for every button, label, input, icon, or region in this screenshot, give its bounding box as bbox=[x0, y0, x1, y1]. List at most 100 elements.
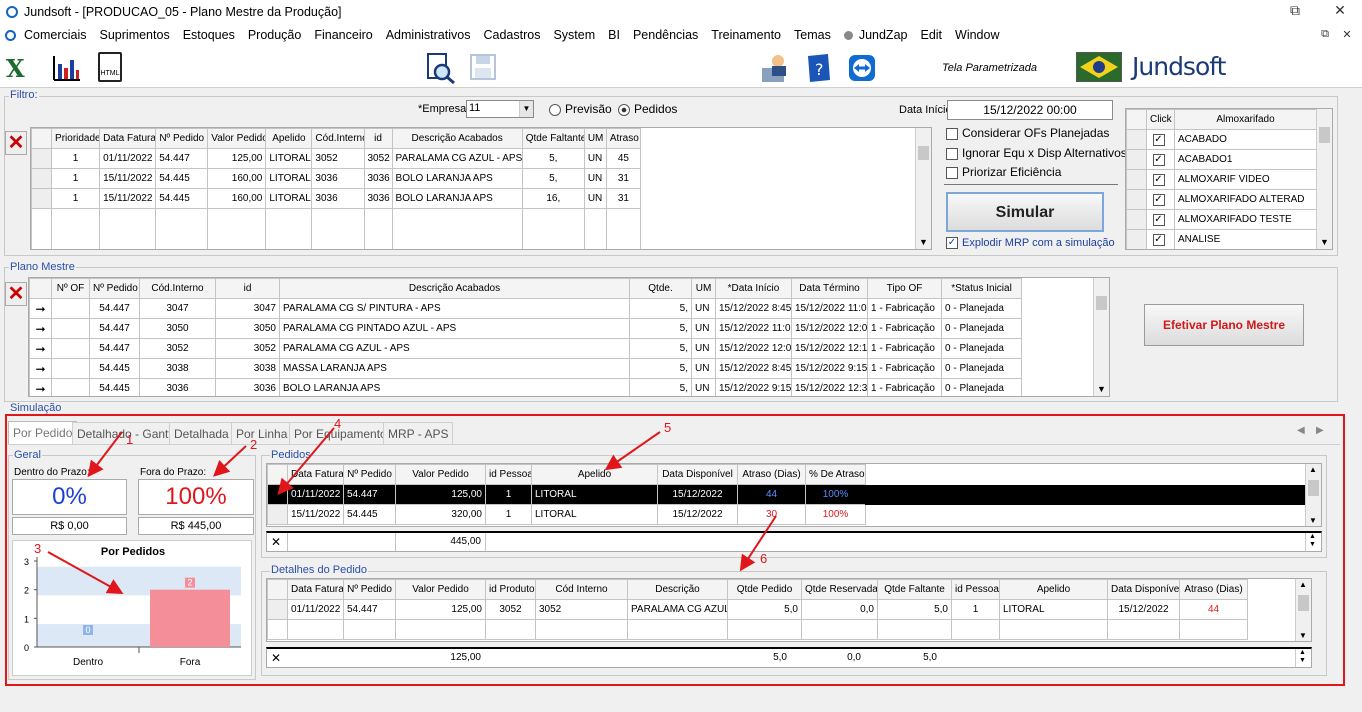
col-apelido[interactable]: Apelido bbox=[265, 128, 313, 149]
pedidos-radio[interactable]: Pedidos bbox=[618, 102, 677, 116]
checkbox-checked-icon[interactable]: ✓ bbox=[1152, 133, 1165, 146]
col-valor-pedido[interactable]: Valor Pedido bbox=[207, 128, 267, 149]
menu-treinamento[interactable]: Treinamento bbox=[711, 28, 781, 42]
col-qtde-pedido[interactable]: Qtde Pedido bbox=[727, 579, 802, 600]
menu-producao[interactable]: Produção bbox=[248, 28, 302, 42]
table-row[interactable]: ➞ 54.447 3050 3050 PARALAMA CG PINTADO AZUL … bbox=[29, 318, 1022, 339]
col-atraso-dias[interactable]: Atraso (Dias) bbox=[1179, 579, 1248, 600]
plano-grid-scrollbar[interactable]: ▼ bbox=[1093, 278, 1109, 396]
col-qtde-faltante[interactable]: Qtde Faltante bbox=[877, 579, 952, 600]
selected-table-row[interactable]: 01/11/2022 54.447 125,00 1 LITORAL 15/12/2022… bbox=[267, 484, 866, 505]
table-row[interactable]: 1 15/11/2022 54.445 160,00 LITORAL 3036 3036 BO… bbox=[31, 188, 642, 209]
col-qtde[interactable]: Qtde. bbox=[629, 278, 692, 299]
col-status-inicial[interactable]: *Status Inicial bbox=[941, 278, 1022, 299]
table-row[interactable]: ➞ 54.447 3052 3052 PARALAMA CG AZUL - APS 5, U… bbox=[29, 338, 1022, 359]
delete-filtro-button[interactable]: ✕ bbox=[5, 131, 27, 155]
almox-row[interactable]: ✓ ACABADO bbox=[1126, 129, 1317, 150]
col-tipo-of[interactable]: Tipo OF bbox=[867, 278, 942, 299]
previsao-radio[interactable]: Previsão bbox=[549, 102, 612, 116]
col-um[interactable]: UM bbox=[691, 278, 716, 299]
checkbox-checked-icon[interactable]: ✓ bbox=[1152, 173, 1165, 186]
col-descricao[interactable]: Descrição Acabados bbox=[279, 278, 630, 299]
col-almoxarifado[interactable]: Almoxarifado bbox=[1174, 109, 1317, 130]
menu-edit[interactable]: Edit bbox=[920, 28, 942, 42]
tab-scroll-right-icon[interactable]: ▶ bbox=[1316, 425, 1324, 436]
menu-system[interactable]: System bbox=[553, 28, 595, 42]
efetivar-plano-button[interactable]: Efetivar Plano Mestre bbox=[1144, 304, 1304, 346]
menu-financeiro[interactable]: Financeiro bbox=[314, 28, 372, 42]
col-cod-interno[interactable]: Cód.Interno bbox=[311, 128, 365, 149]
menu-cadastros[interactable]: Cadastros bbox=[483, 28, 540, 42]
col-click[interactable]: Click bbox=[1146, 109, 1175, 130]
col-num-pedido[interactable]: Nº Pedido bbox=[343, 579, 396, 600]
almox-row[interactable]: ✓ ALMOXARIF VIDEO bbox=[1126, 169, 1317, 190]
empresa-select[interactable]: 11 ▼ bbox=[466, 100, 534, 118]
close-button[interactable]: ✕ bbox=[1325, 2, 1355, 19]
tab-scroll-left-icon[interactable]: ◀ bbox=[1297, 425, 1305, 436]
menu-pendencias[interactable]: Pendências bbox=[633, 28, 698, 42]
col-data-faturar[interactable]: Data Faturar bbox=[287, 464, 344, 485]
help-book-icon[interactable]: ? bbox=[802, 52, 834, 84]
col-descricao[interactable]: Descrição bbox=[627, 579, 728, 600]
col-data-inicio[interactable]: *Data Início bbox=[715, 278, 792, 299]
menu-comerciais[interactable]: Comerciais bbox=[24, 28, 87, 42]
data-inicio-input[interactable]: 15/12/2022 00:00 bbox=[947, 100, 1113, 120]
table-row[interactable]: ➞ 54.445 3038 3038 MASSA LARANJA APS 5, UN 15/1… bbox=[29, 358, 1022, 379]
ignorar-equ-checkbox[interactable]: Ignorar Equ x Disp Alternativos bbox=[946, 146, 1127, 160]
tab-por-linha[interactable]: Por Linha bbox=[231, 422, 293, 444]
col-num-pedido[interactable]: Nº Pedido bbox=[89, 278, 140, 299]
spin-icon[interactable]: ▲ ▼ bbox=[1295, 649, 1309, 667]
menu-jundzap[interactable]: JundZap bbox=[859, 28, 908, 42]
table-row[interactable]: 1 15/11/2022 54.445 160,00 LITORAL 3036 3036 BO… bbox=[31, 168, 642, 189]
menu-estoques[interactable]: Estoques bbox=[183, 28, 235, 42]
checkbox-checked-icon[interactable]: ✓ bbox=[1152, 153, 1165, 166]
col-id[interactable]: id bbox=[215, 278, 280, 299]
col-apelido[interactable]: Apelido bbox=[999, 579, 1108, 600]
tab-por-pedido[interactable]: Por Pedido bbox=[8, 421, 78, 445]
col-atraso-dias[interactable]: Atraso (Dias) bbox=[737, 464, 806, 485]
almox-scrollbar[interactable]: ▼ bbox=[1316, 109, 1332, 249]
explodir-mrp-checkbox[interactable]: ✓ Explodir MRP com a simulação bbox=[946, 237, 1115, 250]
simular-button[interactable]: Simular bbox=[946, 192, 1104, 232]
col-num-of[interactable]: Nº OF bbox=[51, 278, 90, 299]
col-data-disponivel[interactable]: Data Disponível bbox=[657, 464, 738, 485]
menu-temas[interactable]: Temas bbox=[794, 28, 831, 42]
col-num-pedido[interactable]: Nº Pedido bbox=[155, 128, 209, 149]
col-id-pessoa[interactable]: id Pessoa bbox=[485, 464, 532, 485]
restore-button[interactable]: ⧉ bbox=[1280, 2, 1310, 19]
col-cod-interno[interactable]: Cód Interno bbox=[535, 579, 628, 600]
col-data-disponivel[interactable]: Data Disponível bbox=[1107, 579, 1180, 600]
col-data-termino[interactable]: Data Término bbox=[791, 278, 868, 299]
col-data-faturar[interactable]: Data Faturar bbox=[99, 128, 157, 149]
checkbox-checked-icon[interactable]: ✓ bbox=[1152, 193, 1165, 206]
col-valor-pedido[interactable]: Valor Pedido bbox=[395, 579, 486, 600]
col-qtde-faltante[interactable]: Qtde Faltante bbox=[521, 128, 585, 149]
search-document-icon[interactable] bbox=[424, 52, 456, 85]
delete-plano-button[interactable]: ✕ bbox=[5, 282, 27, 306]
almox-row[interactable]: ✓ ACABADO1 bbox=[1126, 149, 1317, 170]
table-row[interactable]: ➞ 54.447 3047 3047 PARALAMA CG S/ PINTURA - … bbox=[29, 298, 1022, 319]
checkbox-checked-icon[interactable]: ✓ bbox=[1152, 213, 1165, 226]
child-restore-button[interactable]: ⧉ bbox=[1318, 28, 1332, 41]
col-prioridade[interactable]: Prioridade bbox=[51, 128, 101, 149]
col-apelido[interactable]: Apelido bbox=[531, 464, 658, 485]
chart-report-icon[interactable] bbox=[52, 54, 82, 82]
col-id-pessoa[interactable]: id Pessoa bbox=[951, 579, 1000, 600]
considerar-ofs-checkbox[interactable]: Considerar OFs Planejadas bbox=[946, 126, 1109, 140]
menu-suprimentos[interactable]: Suprimentos bbox=[100, 28, 170, 42]
col-cod-interno[interactable]: Cód.Interno bbox=[139, 278, 216, 299]
pedidos-scrollbar[interactable]: ▲ ▼ bbox=[1305, 464, 1321, 526]
detalhes-scrollbar[interactable]: ▲ ▼ bbox=[1295, 579, 1311, 641]
table-row[interactable]: ➞ 54.445 3036 3036 BOLO LARANJA APS 5, UN 15/12… bbox=[29, 378, 1022, 396]
col-atraso[interactable]: Atraso bbox=[605, 128, 642, 149]
col-pct-atraso[interactable]: % De Atraso bbox=[805, 464, 866, 485]
teamviewer-icon[interactable] bbox=[848, 54, 876, 82]
col-valor-pedido[interactable]: Valor Pedido bbox=[395, 464, 486, 485]
table-row[interactable]: 01/11/2022 54.447 125,00 3052 3052 PARALAMA C… bbox=[267, 599, 1248, 620]
table-row[interactable]: 1 01/11/2022 54.447 125,00 LITORAL 3052 3052 PA… bbox=[31, 148, 642, 169]
col-data-faturar[interactable]: Data Faturar bbox=[287, 579, 344, 600]
user-computer-icon[interactable] bbox=[760, 52, 792, 84]
filtro-grid-scrollbar[interactable]: ▼ bbox=[915, 128, 931, 249]
almox-row[interactable]: ✓ ALMOXARIFADO ALTERAD bbox=[1126, 189, 1317, 210]
almox-row[interactable]: ✓ ALMOXARIFADO TESTE bbox=[1126, 209, 1317, 230]
